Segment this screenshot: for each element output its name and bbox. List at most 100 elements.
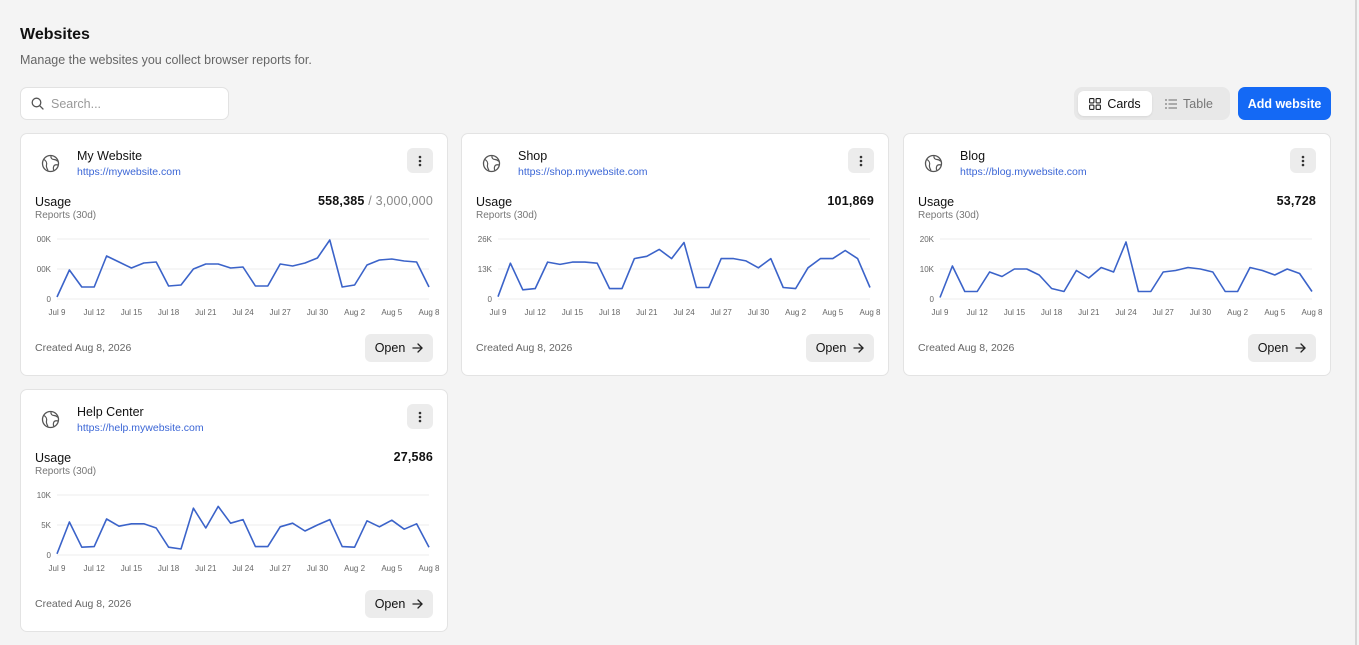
open-button[interactable]: Open: [1248, 334, 1316, 362]
created-date: Created Aug 8, 2026: [35, 598, 132, 610]
website-card: Shop https://shop.mywebsite.com Usage Re…: [461, 133, 889, 376]
x-tick-label: Jul 9: [490, 308, 507, 317]
usage-label: Usage: [35, 195, 72, 209]
usage-chart: 00K 00K 0 Jul 9 Jul 12 Jul 15 Jul 18 Jul 21 Jul …: [37, 235, 440, 317]
usage-value: 27,586: [394, 450, 433, 464]
card-menu-button[interactable]: [1290, 148, 1316, 173]
y-tick-label: 00K: [37, 265, 52, 274]
created-date: Created Aug 8, 2026: [476, 342, 573, 354]
usage-series-line: [56, 505, 430, 555]
y-tick-label: 26K: [478, 235, 493, 244]
x-tick-label: Jul 18: [1041, 308, 1063, 317]
site-url[interactable]: https://mywebsite.com: [77, 166, 181, 178]
x-tick-label: Jul 21: [1078, 308, 1100, 317]
site-url[interactable]: https://blog.mywebsite.com: [960, 166, 1087, 178]
website-card: Help Center https://help.mywebsite.com U…: [20, 389, 448, 632]
site-name: Help Center: [77, 405, 144, 419]
open-label: Open: [815, 341, 847, 355]
x-tick-label: Jul 12: [84, 308, 106, 317]
usage-sublabel: Reports (30d): [35, 466, 97, 477]
add-website-button[interactable]: Add website: [1238, 87, 1331, 120]
page-title: Websites: [20, 26, 90, 43]
x-tick-label: Jul 15: [1004, 308, 1026, 317]
scrollbar[interactable]: [1355, 0, 1357, 645]
usage-count: 27,586: [393, 450, 433, 464]
y-tick-label: 00K: [37, 235, 52, 244]
x-tick-label: Aug 5: [381, 308, 402, 317]
more-vertical-icon: [418, 155, 422, 166]
x-tick-label: Aug 5: [822, 308, 843, 317]
open-button[interactable]: Open: [806, 334, 874, 362]
search-box[interactable]: [20, 87, 229, 120]
usage-count: 101,869: [827, 194, 874, 208]
usage-chart: 26K 13K 0 Jul 9 Jul 12 Jul 15 Jul 18 Jul 21 Jul …: [478, 235, 881, 317]
open-label: Open: [374, 341, 406, 355]
cards-view-button[interactable]: Cards: [1078, 91, 1152, 116]
site-name: Blog: [960, 149, 986, 163]
x-tick-label: Aug 2: [344, 308, 365, 317]
usage-label: Usage: [35, 451, 72, 465]
x-tick-label: Jul 27: [1153, 308, 1175, 317]
x-tick-label: Aug 5: [381, 564, 402, 573]
website-card: Blog https://blog.mywebsite.com Usage Re…: [903, 133, 1331, 376]
y-tick-label: 0: [488, 295, 493, 304]
table-view-button[interactable]: Table: [1152, 91, 1226, 116]
usage-series-line: [939, 241, 1313, 298]
open-label: Open: [1257, 341, 1289, 355]
arrow-right-icon: [412, 599, 423, 609]
x-tick-label: Jul 27: [270, 564, 292, 573]
x-tick-label: Jul 24: [1115, 308, 1137, 317]
x-tick-label: Aug 2: [1227, 308, 1248, 317]
x-tick-label: Jul 18: [158, 564, 180, 573]
site-url[interactable]: https://shop.mywebsite.com: [518, 166, 648, 178]
created-date: Created Aug 8, 2026: [35, 342, 132, 354]
x-tick-label: Aug 2: [785, 308, 806, 317]
usage-sublabel: Reports (30d): [35, 210, 97, 221]
x-tick-label: Jul 12: [84, 564, 106, 573]
x-tick-label: Jul 12: [967, 308, 989, 317]
x-tick-label: Jul 30: [307, 564, 329, 573]
arrow-right-icon: [412, 343, 423, 353]
usage-chart: 10K 5K 0 Jul 9 Jul 12 Jul 15 Jul 18 Jul 21 Jul 2…: [37, 491, 440, 573]
arrow-right-icon: [1295, 343, 1306, 353]
x-tick-label: Aug 8: [419, 308, 440, 317]
globe-icon: [41, 154, 60, 173]
view-toggle: Cards Table: [1074, 87, 1230, 120]
search-input[interactable]: [51, 96, 211, 111]
card-menu-button[interactable]: [848, 148, 874, 173]
card-menu-button[interactable]: [407, 148, 433, 173]
x-tick-label: Jul 27: [711, 308, 733, 317]
usage-series-line: [497, 241, 871, 297]
x-tick-label: Aug 2: [344, 564, 365, 573]
search-icon: [31, 97, 44, 110]
usage-count: 53,728: [1276, 194, 1316, 208]
table-view-label: Table: [1183, 96, 1213, 111]
usage-limit: / 3,000,000: [364, 194, 433, 208]
x-tick-label: Jul 21: [195, 564, 217, 573]
grid-icon: [1089, 97, 1102, 110]
y-tick-label: 10K: [37, 491, 52, 500]
x-tick-label: Jul 9: [49, 564, 66, 573]
page-subtitle: Manage the websites you collect browser …: [20, 53, 312, 67]
y-tick-label: 10K: [920, 265, 935, 274]
x-tick-label: Aug 5: [1264, 308, 1285, 317]
usage-value: 101,869: [827, 194, 874, 208]
arrow-right-icon: [853, 343, 864, 353]
open-button[interactable]: Open: [365, 334, 433, 362]
open-button[interactable]: Open: [365, 590, 433, 618]
usage-value: 558,385 / 3,000,000: [318, 194, 433, 208]
card-menu-button[interactable]: [407, 404, 433, 429]
site-url[interactable]: https://help.mywebsite.com: [77, 422, 204, 434]
more-vertical-icon: [418, 411, 422, 422]
globe-icon: [41, 410, 60, 429]
x-tick-label: Jul 15: [121, 564, 143, 573]
x-tick-label: Jul 18: [599, 308, 621, 317]
list-icon: [1165, 98, 1178, 109]
y-tick-label: 0: [930, 295, 935, 304]
created-date: Created Aug 8, 2026: [918, 342, 1015, 354]
x-tick-label: Jul 30: [307, 308, 329, 317]
x-tick-label: Jul 24: [673, 308, 695, 317]
x-tick-label: Jul 15: [562, 308, 584, 317]
x-tick-label: Jul 18: [158, 308, 180, 317]
x-tick-label: Jul 24: [232, 308, 254, 317]
